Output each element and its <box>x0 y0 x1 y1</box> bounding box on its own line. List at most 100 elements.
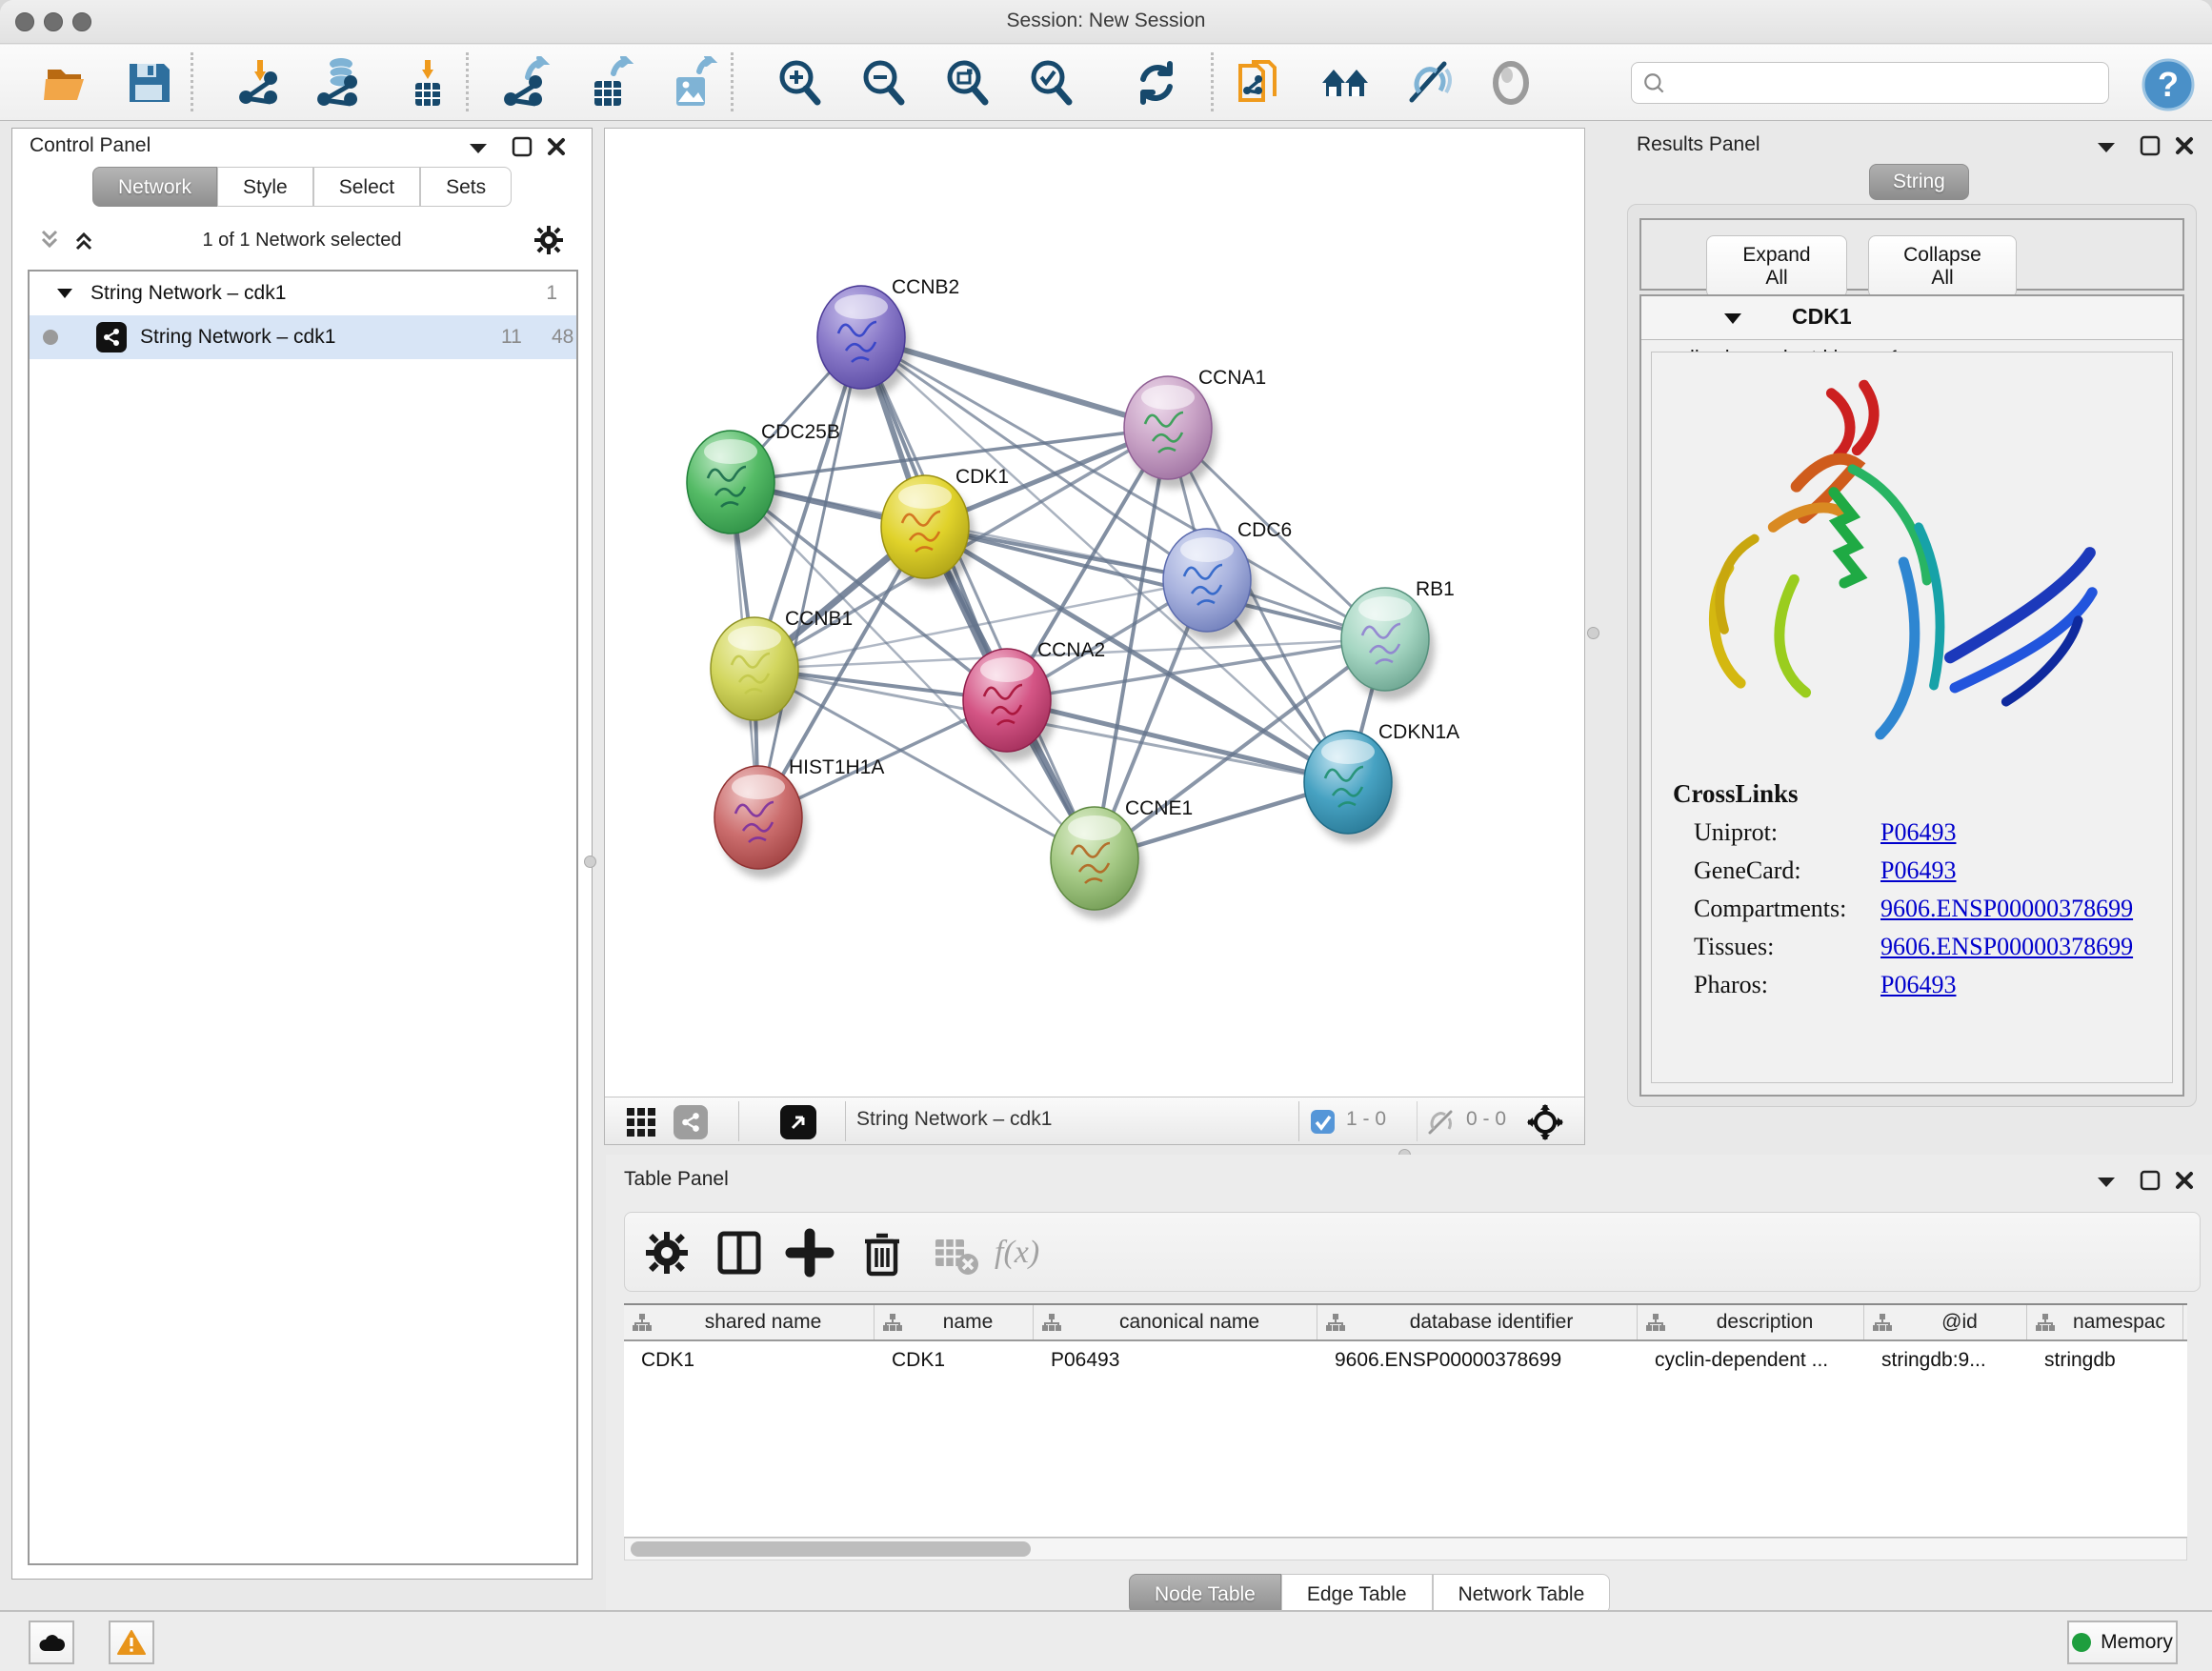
table-cell[interactable]: P06493 <box>1034 1349 1317 1372</box>
network-collection-row[interactable]: String Network – cdk1 1 <box>30 272 576 315</box>
clone-network-icon[interactable] <box>1233 56 1286 110</box>
right-splitter-handle[interactable] <box>1587 627 1599 639</box>
add-column-icon[interactable] <box>785 1228 835 1278</box>
column-header--id[interactable]: @id <box>1864 1305 2027 1339</box>
import-table-icon[interactable] <box>400 56 453 110</box>
node-label-CDKN1A: CDKN1A <box>1378 721 1459 743</box>
app-window: Session: New Session ? Control Panel <box>0 0 2212 1671</box>
grid-view-icon[interactable] <box>626 1107 656 1137</box>
crosslink-link[interactable]: 9606.ENSP00000378699 <box>1880 933 2133 960</box>
zoom-fit-icon[interactable] <box>939 56 993 110</box>
string-network-icon <box>96 322 127 352</box>
column-header-shared-name[interactable]: shared name <box>624 1305 875 1339</box>
node-CCNE1[interactable]: CCNE1 <box>1051 797 1193 919</box>
zoom-in-icon[interactable] <box>772 56 825 110</box>
panel-menu-icon[interactable] <box>468 142 489 155</box>
pan-crosshair-icon[interactable] <box>1527 1104 1563 1140</box>
search-input[interactable] <box>1631 62 2109 104</box>
export-network-icon[interactable] <box>499 56 553 110</box>
network-app-icon[interactable] <box>674 1105 708 1139</box>
home-icon[interactable] <box>1318 56 1372 110</box>
tab-network-table[interactable]: Network Table <box>1433 1574 1611 1614</box>
column-header-namespac[interactable]: namespac <box>2027 1305 2183 1339</box>
float-panel-icon[interactable] <box>512 136 533 157</box>
table-cell[interactable]: stringdb:9... <box>1864 1349 2027 1372</box>
table-cell[interactable]: 9606.ENSP00000378699 <box>1317 1349 1638 1372</box>
table-cell[interactable]: stringdb <box>2027 1349 2183 1372</box>
crosslink-link[interactable]: P06493 <box>1880 971 1956 998</box>
export-image-icon[interactable] <box>665 56 718 110</box>
selected-checkbox-icon[interactable] <box>1310 1109 1336 1135</box>
apply-function-icon[interactable]: f(x) <box>995 1228 1076 1278</box>
refresh-icon[interactable] <box>1130 56 1183 110</box>
node-CDKN1A[interactable]: CDKN1A <box>1304 721 1459 843</box>
node-HIST1H1A[interactable]: HIST1H1A <box>714 756 884 878</box>
tab-node-table[interactable]: Node Table <box>1129 1574 1281 1614</box>
crosslink-link[interactable]: P06493 <box>1880 818 1956 846</box>
close-panel-icon[interactable] <box>2174 1170 2195 1191</box>
node-label-CDC25B: CDC25B <box>761 421 840 443</box>
column-header-database-identifier[interactable]: database identifier <box>1317 1305 1638 1339</box>
network-row[interactable]: String Network – cdk1 11 48 <box>30 315 576 359</box>
table-cell[interactable]: CDK1 <box>875 1349 1034 1372</box>
hide-panel-icon[interactable] <box>1402 56 1456 110</box>
warnings-button[interactable] <box>109 1621 154 1664</box>
close-panel-icon[interactable] <box>2174 135 2195 156</box>
close-panel-icon[interactable] <box>546 136 567 157</box>
hidden-eye-icon[interactable] <box>1426 1109 1457 1136</box>
export-table-icon[interactable] <box>581 56 634 110</box>
column-header-name[interactable]: name <box>875 1305 1034 1339</box>
tab-network[interactable]: Network <box>92 167 217 207</box>
tab-select[interactable]: Select <box>313 167 420 207</box>
column-header-canonical-name[interactable]: canonical name <box>1034 1305 1317 1339</box>
collapse-all-button[interactable]: Collapse All <box>1868 235 2017 298</box>
node-CDC25B[interactable]: CDC25B <box>687 421 840 543</box>
table-gear-icon[interactable] <box>642 1228 692 1278</box>
node-CCNB2[interactable]: CCNB2 <box>817 276 959 398</box>
tab-string[interactable]: String <box>1869 164 1969 200</box>
edge-CCNB2-CCNE1[interactable] <box>861 337 1095 858</box>
float-panel-icon[interactable] <box>2140 135 2161 156</box>
options-gear-icon[interactable] <box>534 226 563 254</box>
birds-eye-view-icon[interactable] <box>780 1105 816 1139</box>
network-canvas[interactable]: CCNB2CCNA1CDC25BCDK1CDC6RB1CCNB1CCNA2CDK… <box>605 129 1584 1095</box>
expand-all-button[interactable]: Expand All <box>1706 235 1847 298</box>
edge-CCNB2-HIST1H1A[interactable] <box>758 337 861 817</box>
zoom-out-icon[interactable] <box>855 56 909 110</box>
node-RB1[interactable]: RB1 <box>1341 578 1455 700</box>
table-cell[interactable]: cyclin-dependent ... <box>1638 1349 1864 1372</box>
entry-expand-icon[interactable] <box>1723 312 1742 325</box>
zoom-selected-icon[interactable] <box>1023 56 1076 110</box>
node-CCNA1[interactable]: CCNA1 <box>1124 367 1266 489</box>
table-horizontal-scrollbar[interactable] <box>624 1538 2187 1560</box>
show-columns-icon[interactable] <box>714 1228 764 1278</box>
table-cell[interactable]: CDK1 <box>624 1349 875 1372</box>
open-session-icon[interactable] <box>40 56 93 110</box>
crosslink-link[interactable]: 9606.ENSP00000378699 <box>1880 895 2133 922</box>
float-panel-icon[interactable] <box>2140 1170 2161 1191</box>
cloud-button[interactable] <box>29 1621 74 1664</box>
edge-CCNA2-CDKN1A[interactable] <box>1007 700 1348 782</box>
tab-sets[interactable]: Sets <box>420 167 512 207</box>
collection-expand-icon[interactable] <box>56 288 73 299</box>
tab-edge-table[interactable]: Edge Table <box>1281 1574 1433 1614</box>
import-network-icon[interactable] <box>232 56 286 110</box>
panel-menu-icon[interactable] <box>2096 1176 2117 1189</box>
column-header-description[interactable]: description <box>1638 1305 1864 1339</box>
left-splitter-handle[interactable] <box>584 856 596 868</box>
delete-column-icon[interactable] <box>857 1228 907 1278</box>
node-CDK1[interactable]: CDK1 <box>881 466 1009 588</box>
save-session-icon[interactable] <box>122 56 175 110</box>
gene-entry-header[interactable]: CDK1 <box>1641 296 2182 340</box>
help-icon[interactable]: ? <box>2142 58 2195 111</box>
node-CDC6[interactable]: CDC6 <box>1163 519 1292 641</box>
panel-menu-icon[interactable] <box>2096 141 2117 154</box>
memory-button[interactable]: Memory <box>2067 1621 2178 1664</box>
scrollbar-thumb[interactable] <box>631 1541 1031 1557</box>
crosslink-link[interactable]: P06493 <box>1880 856 1956 884</box>
table-row[interactable]: CDK1CDK1P064939606.ENSP00000378699cyclin… <box>624 1341 2187 1379</box>
show-panel-icon[interactable] <box>1484 56 1538 110</box>
delete-table-icon[interactable] <box>930 1228 979 1278</box>
tab-style[interactable]: Style <box>217 167 313 207</box>
import-network-from-database-icon[interactable] <box>312 56 366 110</box>
